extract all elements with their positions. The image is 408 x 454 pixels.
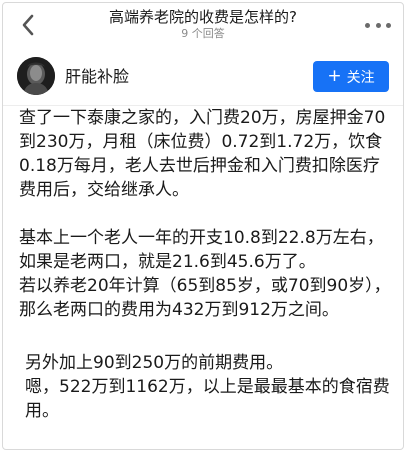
more-button[interactable] <box>365 16 391 34</box>
follow-button[interactable]: + 关注 <box>313 61 389 92</box>
more-dots-icon <box>365 22 370 28</box>
author-name[interactable]: 肝能补脸 <box>65 66 129 88</box>
back-button[interactable] <box>15 10 41 40</box>
avatar-image <box>17 57 55 95</box>
plus-icon: + <box>327 66 342 86</box>
chevron-left-icon <box>22 14 34 36</box>
more-dot <box>375 22 381 28</box>
answer-paragraph: 若以养老20年计算（65到85岁，或70到90岁），那么老两口的费用为432万到… <box>19 276 391 320</box>
answer-paragraph: 嗯，522万到1162万，以上是最最基本的食宿费用。 <box>25 377 390 421</box>
answer-paragraph: 另外加上90到250万的前期费用。 <box>25 353 284 373</box>
question-title[interactable]: 高端养老院的收费是怎样的? <box>63 7 343 27</box>
avatar[interactable] <box>17 57 55 95</box>
author-row: 肝能补脸 + 关注 <box>3 49 403 106</box>
answer-paragraph: 查了一下泰康之家的，入门费20万，房屋押金70到230万，月租（床位费）0.72… <box>19 108 386 200</box>
follow-label: 关注 <box>346 69 375 86</box>
answer-paragraph: 基本上一个老人一年的开支10.8到22.8万左右，如果是老两口，就是21.6到4… <box>19 228 384 272</box>
more-dot <box>386 22 391 28</box>
top-bar: 高端养老院的收费是怎样的? 9 个回答 <box>3 3 403 49</box>
answer-count[interactable]: 9 个回答 <box>63 27 343 41</box>
app-frame: 高端养老院的收费是怎样的? 9 个回答 肝能补脸 + 关注 查了一下泰康之家的，… <box>2 2 404 450</box>
